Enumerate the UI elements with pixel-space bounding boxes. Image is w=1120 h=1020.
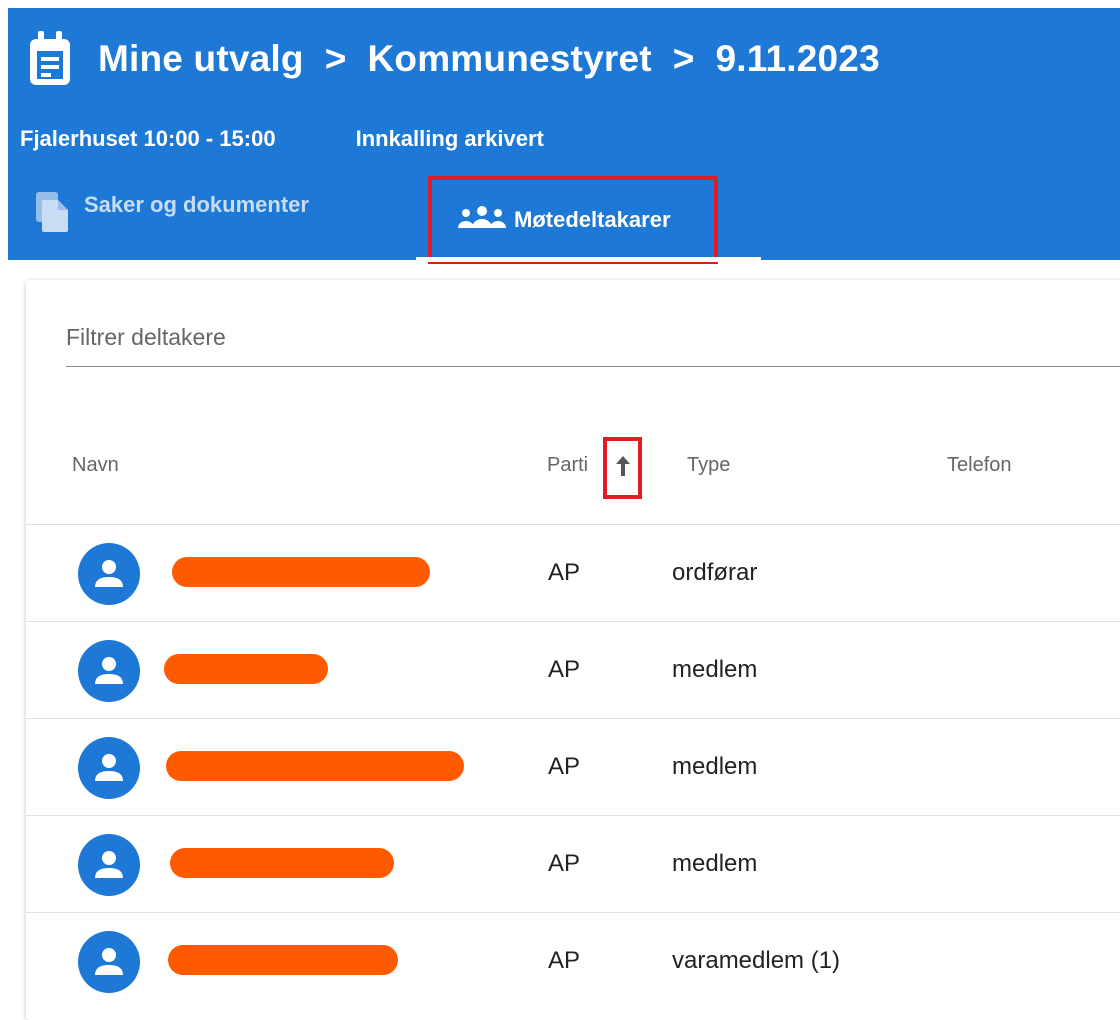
breadcrumb-separator: > [672,38,695,79]
sort-indicator[interactable] [603,437,642,499]
table-row[interactable]: AP varamedlem (1) [26,912,1120,1009]
column-header-telefon[interactable]: Telefon [947,454,1012,477]
table-row[interactable]: AP medlem [26,621,1120,718]
participants-card: Navn Parti Type Telefon AP ordførar AP m… [26,280,1120,1020]
column-header-navn[interactable]: Navn [72,454,119,477]
cell-parti: AP [548,753,581,780]
breadcrumb: Mine utvalg > Kommunestyret > 9.11.2023 [98,38,880,80]
filter-field [66,320,1120,367]
redacted-name [164,654,328,684]
cell-parti: AP [548,947,581,974]
breadcrumb-mine-utvalg[interactable]: Mine utvalg [98,38,304,79]
avatar [78,737,140,799]
column-header-parti[interactable]: Parti [547,454,588,477]
tab-label: Møtedeltakarer [514,207,671,232]
tab-label: Saker og dokumenter [84,192,309,217]
avatar [78,640,140,702]
active-tab-indicator [416,257,761,262]
arrow-up-icon [615,455,631,482]
cell-type: varamedlem (1) [672,947,841,974]
tab-motedeltakarer[interactable]: Møtedeltakarer [428,176,718,264]
participants-list: AP ordførar AP medlem AP medlem AP medle… [26,524,1120,1009]
cell-parti: AP [548,850,581,877]
breadcrumb-kommunestyret[interactable]: Kommunestyret [367,38,651,79]
documents-icon [34,192,70,238]
avatar [78,543,140,605]
redacted-name [170,848,394,878]
cell-type: ordførar [672,559,758,586]
location-time: Fjalerhuset 10:00 - 15:00 [20,126,276,151]
meeting-info: Fjalerhuset 10:00 - 15:00 Innkalling ark… [20,126,544,152]
tab-saker-og-dokumenter[interactable]: Saker og dokumenter [34,192,309,282]
redacted-name [166,751,464,781]
meeting-header: Mine utvalg > Kommunestyret > 9.11.2023 … [8,8,1120,264]
table-row[interactable]: AP medlem [26,815,1120,912]
table-row[interactable]: AP medlem [26,718,1120,815]
cell-type: medlem [672,850,758,877]
status-text: Innkalling arkivert [355,126,544,151]
table-row[interactable]: AP ordførar [26,524,1120,621]
title-row: Mine utvalg > Kommunestyret > 9.11.2023 [28,24,880,94]
people-icon [456,204,508,236]
redacted-name [168,945,398,975]
cell-type: medlem [672,753,758,780]
cell-parti: AP [548,559,581,586]
calendar-icon [28,31,72,87]
breadcrumb-date: 9.11.2023 [715,38,880,79]
cell-type: medlem [672,656,758,683]
breadcrumb-separator: > [324,38,347,79]
avatar [78,931,140,993]
avatar [78,834,140,896]
filter-input[interactable] [66,324,1120,351]
redacted-name [172,557,430,587]
column-header-type[interactable]: Type [687,454,730,477]
cell-parti: AP [548,656,581,683]
